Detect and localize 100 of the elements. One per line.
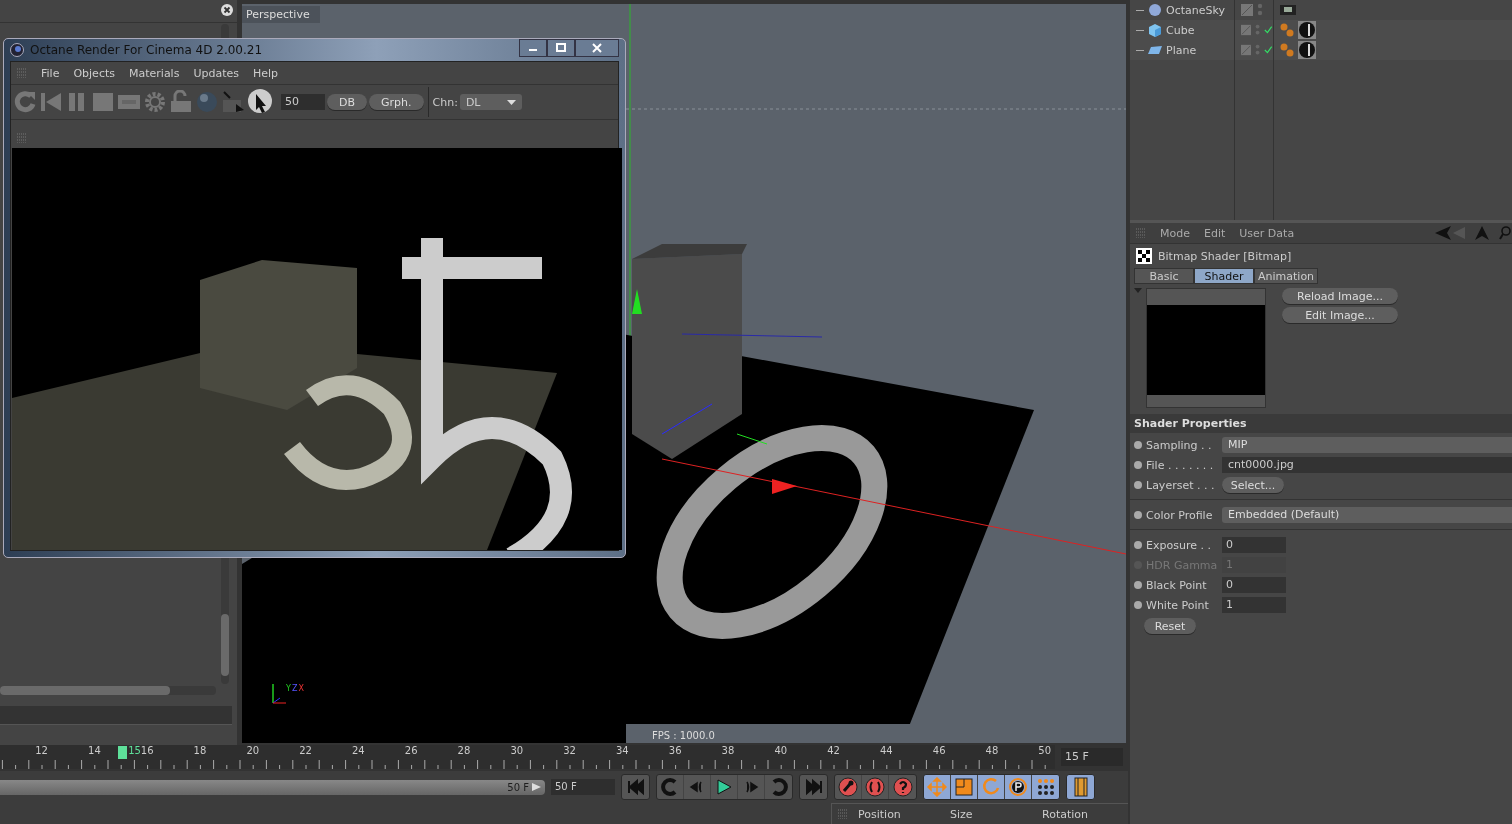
material-sphere-icon[interactable]: [1298, 21, 1316, 39]
animate-dot[interactable]: [1134, 511, 1142, 519]
close-icon: [592, 43, 602, 53]
previous-icon[interactable]: [39, 90, 63, 114]
checker-icon: [1136, 248, 1152, 264]
tab[interactable]: Animation: [1254, 268, 1319, 284]
menu-item[interactable]: Materials: [129, 66, 180, 80]
stop-icon[interactable]: [91, 90, 115, 114]
caret-icon: [506, 99, 516, 105]
image-button[interactable]: Edit Image...: [1282, 307, 1398, 323]
search-icon[interactable]: [1499, 226, 1512, 240]
visibility-dots-icon[interactable]: [1255, 23, 1261, 37]
record-key-icon: [838, 777, 858, 797]
animate-dot[interactable]: [1134, 441, 1142, 449]
toolbar-button[interactable]: DB: [327, 94, 368, 110]
dropdown[interactable]: Embedded (Default): [1222, 507, 1512, 523]
playhead-handle[interactable]: [118, 746, 128, 759]
up-arrow-icon[interactable]: [1475, 226, 1489, 240]
image-button[interactable]: Reload Image...: [1282, 288, 1398, 304]
scrollbar[interactable]: [0, 686, 216, 695]
input-field[interactable]: [0, 706, 232, 725]
play-arrow-icon: [532, 783, 541, 791]
menu-item[interactable]: Mode: [1160, 226, 1190, 240]
close-icon[interactable]: [221, 4, 233, 16]
autokey-icon: [865, 777, 885, 797]
grip-icon[interactable]: [1136, 228, 1146, 238]
grip-icon[interactable]: [17, 133, 27, 143]
material-dots-icon[interactable]: [1280, 23, 1294, 37]
timeline-ruler[interactable]: 12 14 1516 18 20 22 24 26 28 30 32 34 36 38 40 42 44 46 48 50: [0, 745, 1055, 769]
select-button[interactable]: Select...: [1222, 477, 1284, 493]
frame-label: 16: [140, 745, 155, 758]
axis-label: Y: [286, 684, 291, 695]
cube-icon: [1148, 22, 1162, 38]
visibility-dots-icon[interactable]: [1255, 43, 1261, 57]
sky-icon: [1148, 2, 1162, 18]
menu-item[interactable]: Edit: [1204, 226, 1226, 240]
object-name[interactable]: Cube: [1166, 23, 1195, 37]
record-key-button[interactable]: [835, 775, 862, 799]
menu-item[interactable]: File: [41, 66, 60, 80]
tab[interactable]: Shader: [1194, 268, 1254, 284]
frame-label: 40: [773, 745, 789, 758]
gear-icon[interactable]: [143, 90, 167, 114]
dropdown[interactable]: MIP: [1222, 437, 1512, 453]
material-dots-icon[interactable]: [1280, 43, 1294, 57]
sphere-icon[interactable]: [195, 90, 219, 114]
collapse-triangle-icon[interactable]: [1134, 288, 1142, 293]
layer-icon[interactable]: [1241, 44, 1252, 56]
unlocked-padlock-icon[interactable]: [169, 90, 193, 114]
point-level-icon: [1035, 777, 1056, 797]
property-label: Sampling . .: [1146, 438, 1213, 452]
frame-label: 28: [456, 745, 472, 758]
property-label: White Point: [1146, 598, 1210, 612]
animate-dot[interactable]: [1134, 541, 1142, 549]
range-slider[interactable]: 50 F: [0, 779, 545, 795]
number-field[interactable]: 1: [1222, 597, 1286, 613]
column-header: Position: [858, 807, 902, 821]
playhead-frame: 15: [128, 745, 141, 756]
tab[interactable]: Basic: [1134, 268, 1194, 284]
rotate-icon: [981, 777, 1001, 797]
app-logo-icon: [10, 43, 24, 57]
channel-dropdown[interactable]: DL: [459, 94, 522, 110]
menu-item[interactable]: Objects: [73, 66, 115, 80]
menu-item[interactable]: User Data: [1239, 226, 1295, 240]
go-to-start-icon: [625, 777, 646, 797]
number-field[interactable]: 50 F: [551, 779, 615, 795]
maximize-button[interactable]: [547, 39, 575, 57]
visibility-dots-icon[interactable]: [1257, 3, 1263, 17]
close-button[interactable]: [575, 39, 619, 57]
minimize-button[interactable]: [519, 39, 547, 57]
frame-label: 24: [351, 745, 366, 758]
material-sphere-icon[interactable]: [1298, 41, 1316, 59]
layer-icon[interactable]: [1241, 24, 1252, 36]
sky-tag-icon[interactable]: [1280, 5, 1296, 15]
viewport-title[interactable]: Perspective: [242, 6, 320, 23]
reset-button[interactable]: Reset: [1144, 618, 1196, 634]
menu-item[interactable]: Help: [253, 66, 279, 80]
menu-item[interactable]: Updates: [193, 66, 239, 80]
object-name[interactable]: OctaneSky: [1166, 3, 1225, 17]
layer-icon[interactable]: [1241, 4, 1253, 16]
grip-icon[interactable]: [838, 809, 848, 819]
frame-label: 48: [984, 745, 1000, 758]
animate-dot[interactable]: [1134, 461, 1142, 469]
animate-dot[interactable]: [1134, 481, 1142, 489]
frame-label: 42: [826, 745, 841, 758]
input-field[interactable]: cnt0000.jpg: [1222, 457, 1512, 473]
number-field[interactable]: 50: [281, 94, 325, 110]
restart-icon[interactable]: [13, 90, 37, 114]
back-arrow-icon[interactable]: [1435, 226, 1465, 240]
toolbar-button[interactable]: Grph.: [369, 94, 424, 110]
autokey-button[interactable]: [862, 775, 889, 799]
maximize-icon: [556, 43, 566, 53]
animate-dot[interactable]: [1134, 601, 1142, 609]
number-field[interactable]: 0: [1222, 577, 1286, 593]
frame-label: 38: [720, 745, 736, 758]
grip-icon[interactable]: [17, 68, 27, 78]
move-button[interactable]: [924, 775, 951, 799]
animate-dot[interactable]: [1134, 581, 1142, 589]
number-field[interactable]: 15 F: [1061, 748, 1123, 766]
number-field[interactable]: 0: [1222, 537, 1286, 553]
frame-label: 32: [562, 745, 577, 758]
